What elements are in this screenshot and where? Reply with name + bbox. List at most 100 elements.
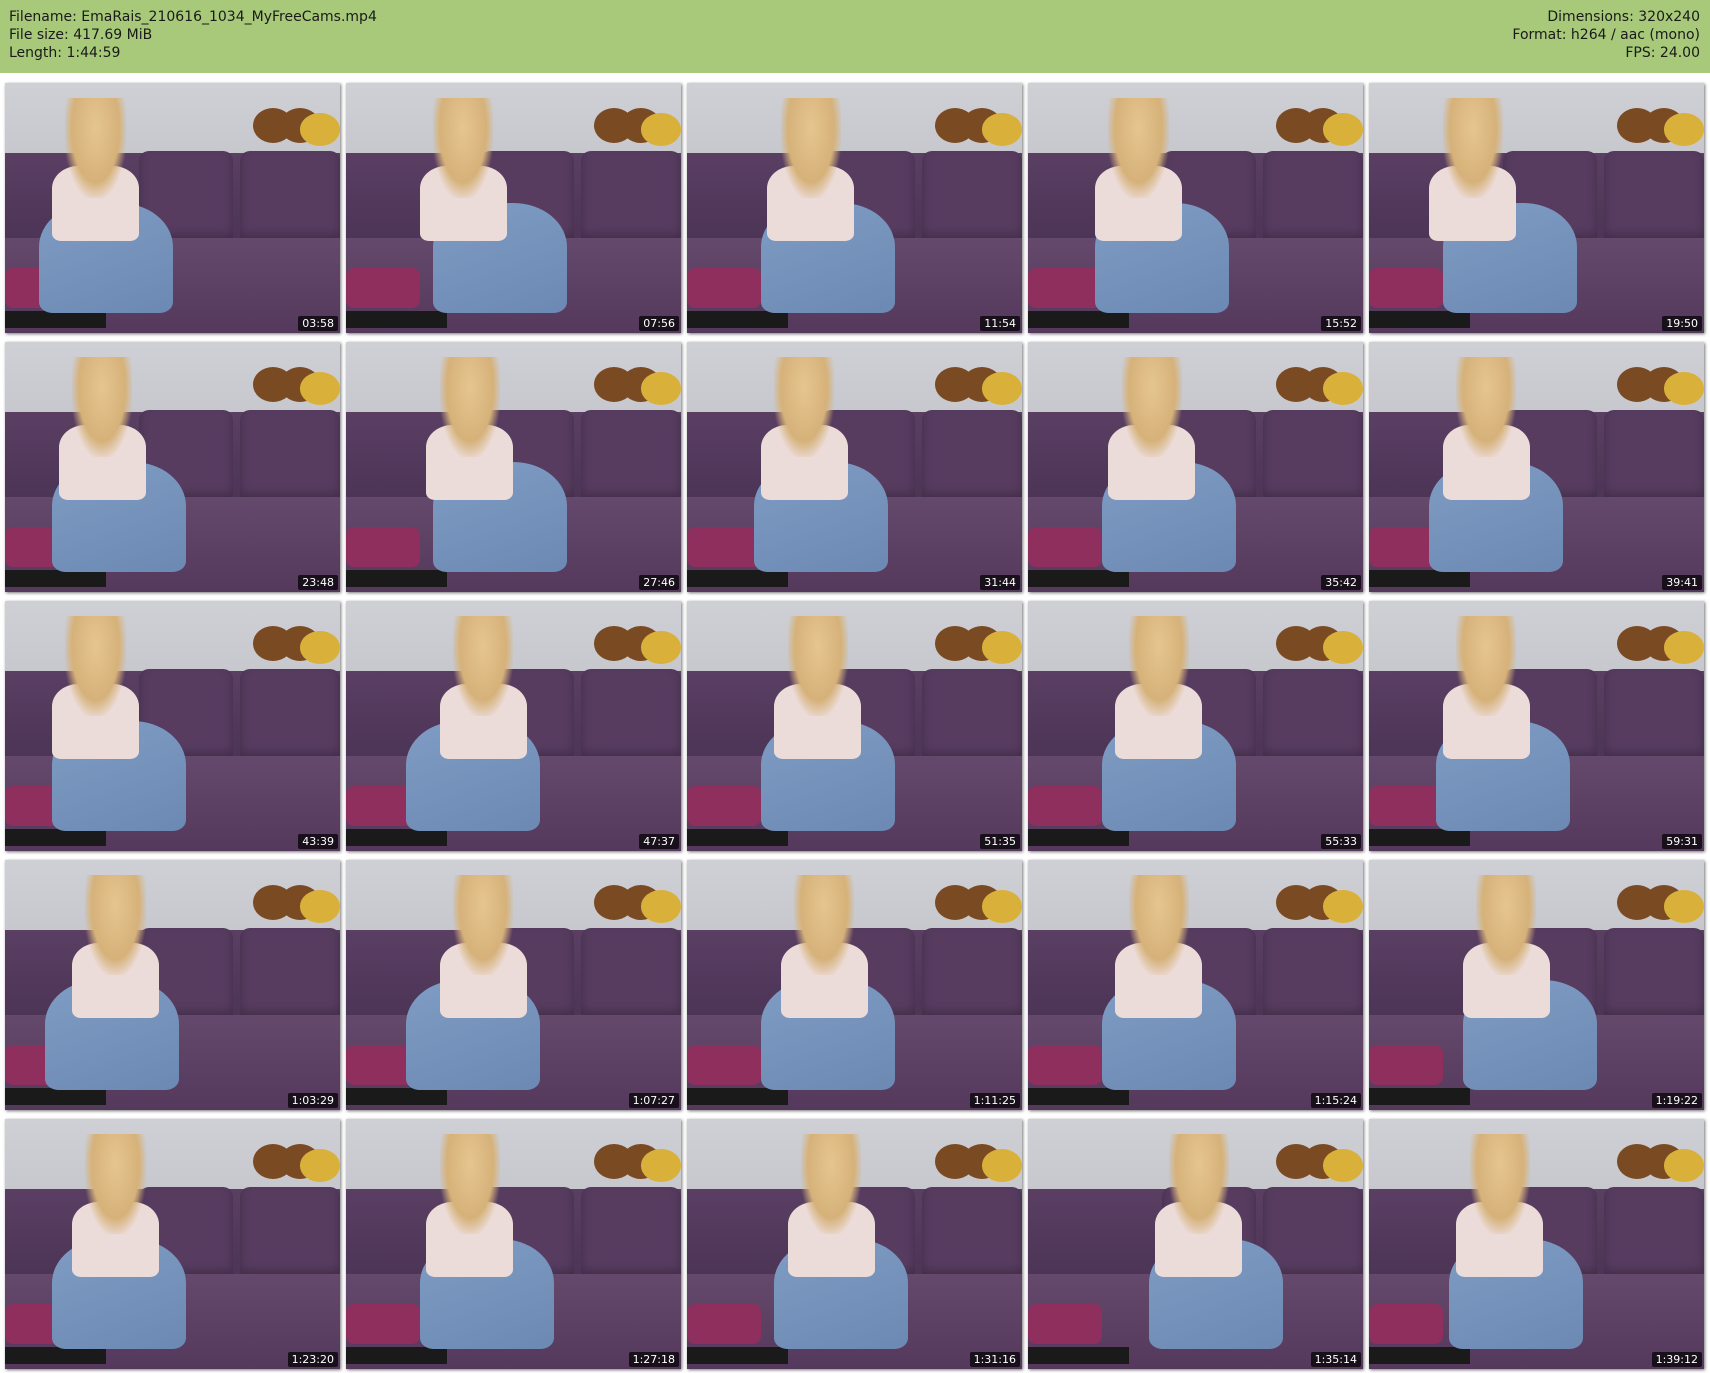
person-head	[1121, 357, 1183, 457]
timestamp-label: 39:41	[1662, 575, 1702, 590]
keyboard	[1028, 828, 1129, 846]
keyboard	[346, 1346, 447, 1364]
keyboard	[5, 1087, 106, 1105]
sofa-cushion	[580, 1186, 681, 1277]
yellow-toy	[1322, 113, 1363, 146]
pillow	[346, 1304, 420, 1344]
keyboard	[687, 1346, 788, 1364]
sofa-cushion	[239, 1186, 340, 1277]
video-thumbnail: 23:48	[5, 342, 340, 592]
yellow-toy	[640, 372, 681, 405]
sofa-cushion	[921, 150, 1022, 241]
fps-text: FPS: 24.00	[1625, 45, 1700, 61]
timestamp-label: 1:39:12	[1651, 1352, 1702, 1367]
video-thumbnail: 1:35:14	[1028, 1119, 1363, 1369]
video-thumbnail: 1:03:29	[5, 860, 340, 1110]
yellow-toy	[1663, 372, 1704, 405]
sofa-cushion	[580, 927, 681, 1018]
yellow-toy	[1663, 631, 1704, 664]
person-head	[85, 875, 146, 975]
yellow-toy	[299, 631, 340, 664]
thumbnail-grid: 03:58 07:56 11:54 15:52 19:50 23:48 27:46 31:44…	[5, 83, 1705, 1369]
yellow-toy	[640, 890, 681, 923]
keyboard	[687, 310, 788, 328]
sofa-cushion	[580, 409, 681, 500]
yellow-toy	[1322, 890, 1363, 923]
filename-text: Filename: EmaRais_210616_1034_MyFreeCams…	[9, 9, 377, 25]
keyboard	[687, 1087, 788, 1105]
person-head	[439, 1134, 501, 1234]
person-head	[1476, 875, 1537, 975]
yellow-toy	[640, 1149, 681, 1182]
keyboard	[687, 828, 788, 846]
sofa-cushion	[921, 1186, 1022, 1277]
keyboard	[1369, 828, 1470, 846]
keyboard	[1028, 1346, 1129, 1364]
keyboard	[1028, 569, 1129, 587]
timestamp-label: 1:31:16	[969, 1352, 1020, 1367]
yellow-toy	[981, 631, 1022, 664]
yellow-toy	[981, 113, 1022, 146]
dimensions-text: Dimensions: 320x240	[1547, 9, 1700, 25]
timestamp-label: 07:56	[639, 316, 679, 331]
yellow-toy	[1322, 631, 1363, 664]
sofa-cushion	[921, 927, 1022, 1018]
person-head	[453, 616, 514, 716]
person-head	[1108, 98, 1169, 198]
sofa-cushion	[1262, 668, 1363, 759]
person-head	[433, 98, 494, 198]
pillow	[1028, 1304, 1102, 1344]
timestamp-label: 1:15:24	[1310, 1093, 1361, 1108]
video-thumbnail: 51:35	[687, 601, 1022, 851]
person-head	[1442, 98, 1503, 198]
sofa-cushion	[1262, 150, 1363, 241]
keyboard	[5, 828, 106, 846]
yellow-toy	[299, 113, 340, 146]
person-head	[800, 1134, 862, 1234]
yellow-toy	[1322, 1149, 1363, 1182]
timestamp-label: 47:37	[639, 834, 679, 849]
person-head	[72, 357, 133, 457]
timestamp-label: 23:48	[298, 575, 338, 590]
timestamp-label: 1:11:25	[969, 1093, 1020, 1108]
length-text: Length: 1:44:59	[9, 45, 121, 61]
video-thumbnail: 1:27:18	[346, 1119, 681, 1369]
pillow	[687, 268, 761, 308]
video-thumbnail: 1:31:16	[687, 1119, 1022, 1369]
pillow	[687, 1304, 761, 1344]
sofa-cushion	[921, 409, 1022, 500]
file-info-right: Dimensions: 320x240 Format: h264 / aac (…	[1512, 8, 1700, 62]
person-head	[794, 875, 855, 975]
video-thumbnail: 03:58	[5, 83, 340, 333]
timestamp-label: 1:27:18	[628, 1352, 679, 1367]
timestamp-label: 1:35:14	[1310, 1352, 1361, 1367]
pillow	[1369, 268, 1443, 308]
person-head	[85, 1134, 146, 1234]
yellow-toy	[299, 1149, 340, 1182]
video-thumbnail: 1:39:12	[1369, 1119, 1704, 1369]
video-thumbnail: 1:07:27	[346, 860, 681, 1110]
yellow-toy	[1663, 1149, 1704, 1182]
person-head	[787, 616, 848, 716]
keyboard	[1369, 1087, 1470, 1105]
timestamp-label: 11:54	[980, 316, 1020, 331]
sofa-cushion	[239, 927, 340, 1018]
sofa-cushion	[1603, 409, 1704, 500]
pillow	[1028, 786, 1102, 826]
pillow	[687, 527, 761, 567]
yellow-toy	[299, 372, 340, 405]
yellow-toy	[640, 631, 681, 664]
yellow-toy	[1322, 372, 1363, 405]
video-thumbnail: 11:54	[687, 83, 1022, 333]
keyboard	[5, 1346, 106, 1364]
timestamp-label: 15:52	[1321, 316, 1361, 331]
timestamp-label: 27:46	[639, 575, 679, 590]
pillow	[1369, 1304, 1443, 1344]
timestamp-label: 43:39	[298, 834, 338, 849]
keyboard	[346, 828, 447, 846]
yellow-toy	[981, 1149, 1022, 1182]
pillow	[687, 1045, 761, 1085]
video-thumbnail: 47:37	[346, 601, 681, 851]
sofa-cushion	[921, 668, 1022, 759]
pillow	[346, 268, 420, 308]
